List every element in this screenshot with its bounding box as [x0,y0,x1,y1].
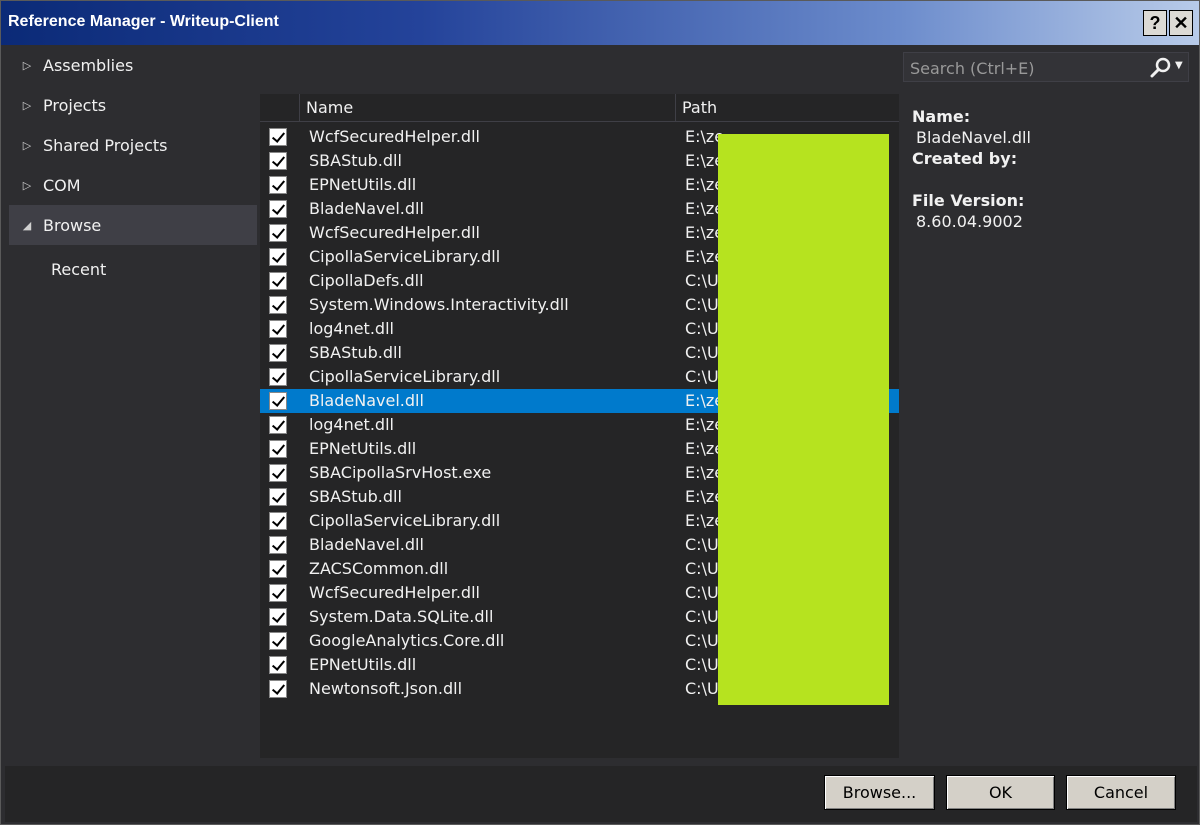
row-name: EPNetUtils.dll [309,175,417,194]
expand-arrow-icon[interactable]: ▷ [21,99,33,112]
row-name: WcfSecuredHelper.dll [309,127,480,146]
column-header-path[interactable]: Path [675,94,899,121]
nav-item-projects[interactable]: ▷ Projects [9,85,257,125]
nav-item-label: Assemblies [43,55,134,75]
reference-checkbox[interactable] [269,536,287,554]
detail-created-label: Created by: [912,149,1018,168]
reference-manager-window: Reference Manager - Writeup-Client ? ✕ ▷… [0,0,1200,825]
nav-item-label: Projects [43,95,107,115]
search-icon[interactable] [1150,57,1172,79]
nav-item-shared-projects[interactable]: ▷ Shared Projects [9,125,257,165]
row-name: log4net.dll [309,319,394,338]
reference-checkbox[interactable] [269,584,287,602]
reference-checkbox[interactable] [269,632,287,650]
reference-checkbox[interactable] [269,512,287,530]
reference-checkbox[interactable] [269,560,287,578]
row-name: CipollaServiceLibrary.dll [309,367,501,386]
close-button[interactable]: ✕ [1169,10,1193,36]
reference-checkbox[interactable] [269,440,287,458]
browse-button[interactable]: Browse... [824,775,935,810]
reference-checkbox[interactable] [269,464,287,482]
reference-checkbox[interactable] [269,416,287,434]
reference-checkbox[interactable] [269,392,287,410]
reference-checkbox[interactable] [269,608,287,626]
row-name: CipollaServiceLibrary.dll [309,511,501,530]
nav-item-com[interactable]: ▷ COM [9,165,257,205]
reference-checkbox[interactable] [269,368,287,386]
row-name: System.Windows.Interactivity.dll [309,295,569,314]
row-name: Newtonsoft.Json.dll [309,679,463,698]
row-name: System.Data.SQLite.dll [309,607,494,626]
row-name: SBAStub.dll [309,151,402,170]
collapse-arrow-icon[interactable]: ◢ [21,219,33,232]
reference-checkbox[interactable] [269,320,287,338]
nav-item-browse[interactable]: ◢ Browse [9,205,257,245]
nav-item-assemblies[interactable]: ▷ Assemblies [9,45,257,85]
reference-checkbox[interactable] [269,344,287,362]
reference-checkbox[interactable] [269,296,287,314]
column-header-check[interactable] [260,94,299,121]
redaction-block [718,134,889,705]
window-title: Reference Manager - Writeup-Client [8,13,279,30]
row-name: CipollaDefs.dll [309,271,424,290]
row-name: EPNetUtils.dll [309,655,417,674]
nav-item-label: COM [43,175,81,195]
row-name: EPNetUtils.dll [309,439,417,458]
reference-checkbox[interactable] [269,200,287,218]
cancel-button[interactable]: Cancel [1066,775,1176,810]
grid-header: Name Path [260,94,899,122]
nav-item-label: Recent [51,259,107,279]
search-options-dropdown-icon[interactable]: ▼ [1175,60,1183,71]
detail-version-label: File Version: [912,191,1025,210]
column-header-name[interactable]: Name [299,94,675,121]
reference-checkbox[interactable] [269,272,287,290]
row-name: BladeNavel.dll [309,535,424,554]
nav-item-label: Shared Projects [43,135,168,155]
reference-checkbox[interactable] [269,128,287,146]
reference-checkbox[interactable] [269,152,287,170]
search-box[interactable]: ▼ [903,52,1189,83]
detail-name-label: Name: [912,107,971,126]
row-name: log4net.dll [309,415,394,434]
reference-checkbox[interactable] [269,248,287,266]
detail-version-value: 8.60.04.9002 [916,212,1023,231]
search-input[interactable] [904,53,1152,83]
row-name: ZACSCommon.dll [309,559,449,578]
row-name: GoogleAnalytics.Core.dll [309,631,505,650]
expand-arrow-icon[interactable]: ▷ [21,139,33,152]
nav-item-label: Browse [43,215,102,235]
nav-item-recent[interactable]: Recent [9,249,299,289]
row-name: WcfSecuredHelper.dll [309,583,480,602]
ok-button[interactable]: OK [946,775,1055,810]
expand-arrow-icon[interactable]: ▷ [21,179,33,192]
reference-checkbox[interactable] [269,176,287,194]
detail-spacer [912,169,1192,190]
reference-checkbox[interactable] [269,488,287,506]
expand-arrow-icon[interactable]: ▷ [21,59,33,72]
details-panel: Name: BladeNavel.dll Created by: File Ve… [912,106,1192,232]
row-name: SBAStub.dll [309,343,402,362]
row-name: SBAStub.dll [309,487,402,506]
row-name: CipollaServiceLibrary.dll [309,247,501,266]
row-name: BladeNavel.dll [309,199,424,218]
title-bar[interactable]: Reference Manager - Writeup-Client ? ✕ [1,1,1199,45]
row-name: SBACipollaSrvHost.exe [309,463,492,482]
detail-name-value: BladeNavel.dll [916,128,1031,147]
row-name: BladeNavel.dll [309,391,424,410]
reference-checkbox[interactable] [269,656,287,674]
reference-checkbox[interactable] [269,224,287,242]
row-name: WcfSecuredHelper.dll [309,223,480,242]
reference-checkbox[interactable] [269,680,287,698]
help-button[interactable]: ? [1143,10,1167,36]
